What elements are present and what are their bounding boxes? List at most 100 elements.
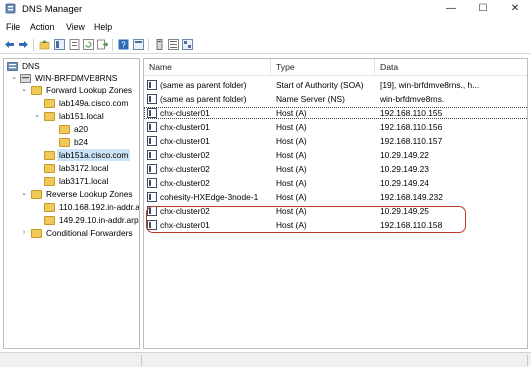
record-icon [147,192,157,202]
record-name: chx-cluster01 [160,108,210,118]
collapse-icon[interactable]: ⌄ [20,188,28,200]
up-folder-icon[interactable] [39,39,50,50]
record-row[interactable]: chx-cluster02 Host (A) 10.29.149.22 [144,149,527,161]
tree-label: Forward Lookup Zones [46,85,133,95]
record-name: cohesity-HXEdge-3node-1 [160,192,259,202]
tree-label: lab3171.local [59,176,109,186]
title-bar: DNS Manager — ☐ ✕ [0,0,531,18]
column-header-data[interactable]: Data [375,59,527,76]
svg-text:?: ? [121,41,126,50]
close-button[interactable]: ✕ [499,0,531,18]
record-row[interactable]: chx-cluster02 Host (A) 10.29.149.24 [144,177,527,189]
tree-label: Conditional Forwarders [46,228,133,238]
dns-icon [7,62,18,71]
record-name: chx-cluster02 [160,206,210,216]
record-data: 10.29.149.23 [380,164,429,174]
record-type: Host (A) [276,136,307,146]
record-row[interactable]: chx-cluster01 Host (A) 192.168.110.157 [144,135,527,147]
record-row[interactable]: cohesity-HXEdge-3node-1 Host (A) 192.168… [144,191,527,203]
status-bar [0,352,531,367]
record-row[interactable]: (same as parent folder) Start of Authori… [144,79,527,91]
column-header-type[interactable]: Type [271,59,375,76]
record-icon [147,206,157,216]
record-row[interactable]: chx-cluster02 Host (A) 10.29.149.25 [144,205,527,217]
tree-label: WIN-BRFDMVE8RNS [35,73,118,83]
zone-folder-icon [44,203,55,212]
menu-help[interactable]: Help [94,22,112,32]
show-hide-tree-icon[interactable] [54,39,65,50]
record-type: Host (A) [276,150,307,160]
record-icon [147,80,157,90]
new-domain-icon[interactable] [168,39,179,50]
record-data: 10.29.149.24 [380,178,429,188]
collapse-icon[interactable]: ⌄ [33,110,41,122]
record-icon [147,178,157,188]
export-list-icon[interactable] [97,39,108,50]
status-segment [144,355,528,366]
record-row[interactable]: chx-cluster02 Host (A) 10.29.149.23 [144,163,527,175]
record-data: 192.168.110.157 [380,136,443,146]
menu-file[interactable]: File [6,22,20,32]
back-icon[interactable] [4,39,15,50]
record-row[interactable]: chx-cluster01 Host (A) 192.168.110.155 [144,107,527,119]
help-icon[interactable]: ? [118,39,129,50]
tree-label: 110.168.192.in-addr.ar [59,202,140,212]
new-zone-icon[interactable] [182,39,193,50]
zone-folder-icon [44,151,55,160]
record-type: Host (A) [276,164,307,174]
tree-label: a20 [74,124,88,134]
folder-icon [31,190,42,199]
menu-action[interactable]: Action [30,22,54,32]
record-icon [147,136,157,146]
record-icon [147,150,157,160]
record-row[interactable]: chx-cluster01 Host (A) 192.168.110.156 [144,121,527,133]
zone-folder-icon [44,177,55,186]
record-icon [147,164,157,174]
folder-icon [31,229,42,238]
record-row[interactable]: (same as parent folder) Name Server (NS)… [144,93,527,105]
menu-view[interactable]: View [66,22,85,32]
record-icon [147,108,157,118]
record-type: Host (A) [276,108,307,118]
dns-manager-icon [5,3,16,14]
tree-label: lab151a.cisco.com [57,149,131,161]
collapse-icon[interactable]: ⌄ [10,72,18,84]
record-name: chx-cluster01 [160,136,210,146]
forward-icon[interactable] [18,39,29,50]
record-type: Host (A) [276,122,307,132]
record-icon [147,220,157,230]
new-host-icon[interactable] [154,39,165,50]
record-data: 10.29.149.22 [380,150,429,160]
record-type: Host (A) [276,178,307,188]
record-name: (same as parent folder) [160,94,247,104]
zone-folder-icon [44,99,55,108]
toolbar-separator [33,39,34,51]
record-row[interactable]: chx-cluster01 Host (A) 192.168.110.158 [144,219,527,231]
menu-bar: File Action View Help [0,20,531,34]
maximize-button[interactable]: ☐ [467,0,499,18]
minimize-button[interactable]: — [435,0,467,18]
record-name: chx-cluster02 [160,164,210,174]
folder-icon [31,86,42,95]
console-icon[interactable] [133,39,144,50]
refresh-icon[interactable] [83,39,94,50]
tree-label: b24 [74,137,88,147]
record-name: chx-cluster01 [160,220,210,230]
zone-folder-icon [44,216,55,225]
zone-folder-icon [44,164,55,173]
record-data: 192.168.110.155 [380,108,443,118]
properties-icon[interactable] [69,39,80,50]
record-data: 192.168.110.158 [380,220,443,230]
record-type: Host (A) [276,220,307,230]
console-tree[interactable]: DNS ⌄ WIN-BRFDMVE8RNS ⌄ Forward Lookup Z… [3,58,140,349]
records-list[interactable]: Name Type Data (same as parent folder) S… [143,58,528,349]
column-header-name[interactable]: Name [144,59,271,76]
tree-label: lab151.local [59,111,104,121]
tree-label: Reverse Lookup Zones [46,189,133,199]
tree-label: lab149a.cisco.com [59,98,129,108]
record-data: 10.29.149.25 [380,206,429,216]
record-icon [147,122,157,132]
expand-icon[interactable]: › [20,227,28,239]
record-data: win-brfdmve8rns. [380,94,445,104]
collapse-icon[interactable]: ⌄ [20,84,28,96]
